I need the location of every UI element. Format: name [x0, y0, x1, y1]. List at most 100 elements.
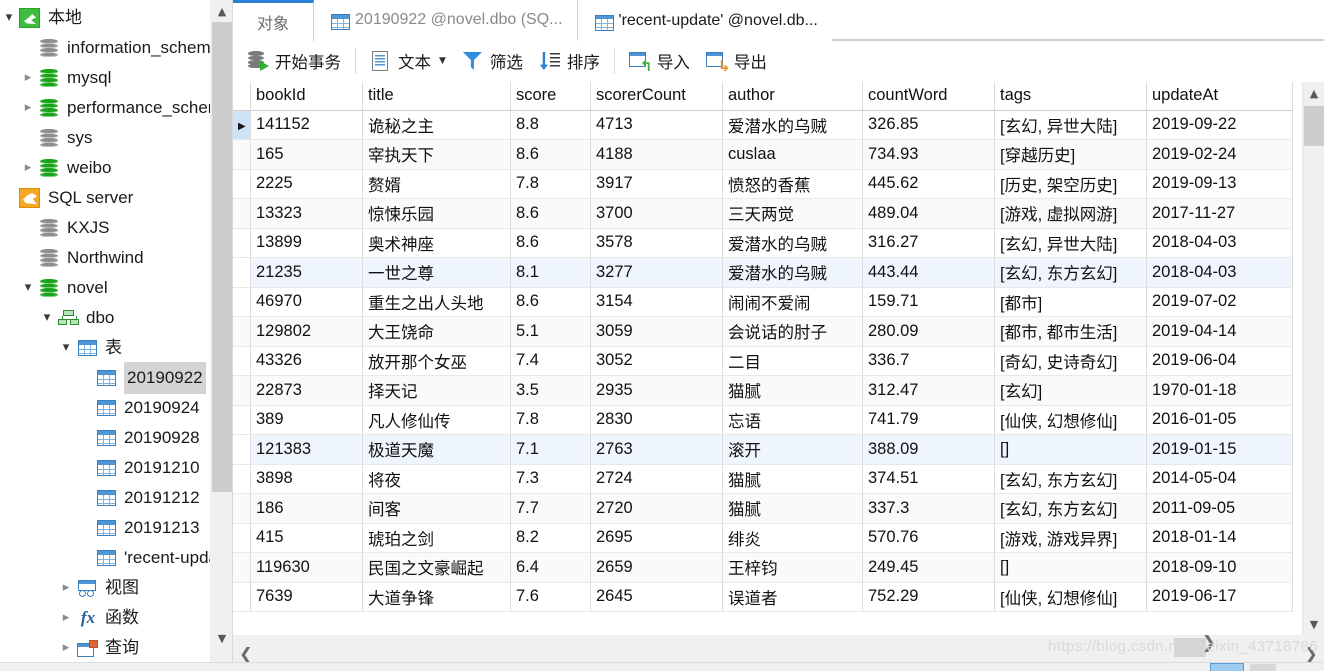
row-selector[interactable]: [233, 169, 251, 199]
cell-score[interactable]: 7.4: [510, 346, 591, 376]
table-row[interactable]: 121383 极道天魔 7.1 2763 滚开 388.09[] 2019-01-15: [233, 434, 1293, 465]
table-row[interactable]: 2225 赘婿 7.8 3917 愤怒的香蕉 445.62 [历史, 架空历史] 2019-0…: [233, 169, 1293, 199]
cell-scorerCount[interactable]: 3917: [590, 169, 723, 199]
status-view-toggle[interactable]: [1210, 663, 1244, 671]
table-row[interactable]: 13899 奥术神座 8.6 3578 爱潜水的乌贼 316.27 [玄幻, 异世大陆] 20…: [233, 228, 1293, 258]
table-row[interactable]: 21235 一世之尊 8.1 3277 爱潜水的乌贼 443.44 [玄幻, 东方玄幻] 20…: [233, 257, 1293, 288]
row-selector[interactable]: [233, 346, 251, 376]
export-button[interactable]: ↳ 导出: [698, 45, 775, 77]
cell-title[interactable]: 琥珀之剑: [362, 523, 511, 553]
tree-item-[interactable]: ▾ 表: [0, 333, 210, 363]
row-selector[interactable]: [233, 375, 251, 406]
chevron-right-icon[interactable]: ▸: [19, 93, 37, 123]
cell-title[interactable]: 赘婿: [362, 169, 511, 199]
cell-score[interactable]: 8.8: [510, 110, 591, 140]
cell-author[interactable]: 误道者: [722, 582, 863, 612]
cell-scorerCount[interactable]: 2763: [590, 434, 723, 465]
table-row[interactable]: 165 宰执天下 8.6 4188 cuslaa 734.93 [穿越历史] 2019-02-…: [233, 139, 1293, 170]
cell-author[interactable]: 愤怒的香蕉: [722, 169, 863, 199]
begin-transaction-button[interactable]: 开始事务: [239, 45, 349, 77]
cell-score[interactable]: 7.6: [510, 582, 591, 612]
cell-author[interactable]: 闹闹不爱闹: [722, 287, 863, 317]
row-selector[interactable]: [233, 552, 251, 583]
cell-tags[interactable]: [玄幻, 东方玄幻]: [994, 464, 1147, 494]
chevron-down-icon[interactable]: ▾: [57, 333, 75, 363]
cell-updateAt[interactable]: 2019-06-04: [1146, 346, 1293, 376]
column-header-score[interactable]: score: [510, 82, 591, 111]
cell-countWord[interactable]: 445.62: [862, 169, 995, 199]
cell-countWord[interactable]: 159.71: [862, 287, 995, 317]
cell-scorerCount[interactable]: 2935: [590, 375, 723, 406]
table-row[interactable]: 3898 将夜 7.3 2724 猫腻 374.51 [玄幻, 东方玄幻] 2014-05-0…: [233, 464, 1293, 494]
cell-bookId[interactable]: 186: [250, 493, 363, 524]
cell-countWord[interactable]: 752.29: [862, 582, 995, 612]
cell-title[interactable]: 大王饶命: [362, 316, 511, 347]
cell-tags[interactable]: [仙侠, 幻想修仙]: [994, 405, 1147, 435]
cell-updateAt[interactable]: 2014-05-04: [1146, 464, 1293, 494]
cell-updateAt[interactable]: 2011-09-05: [1146, 493, 1293, 524]
row-selector[interactable]: [233, 493, 251, 524]
cell-score[interactable]: 8.2: [510, 523, 591, 553]
tree-item-[interactable]: ▸ fx 函数: [0, 603, 210, 633]
tree-item-20190928[interactable]: 20190928: [0, 423, 210, 453]
table-row[interactable]: 22873 择天记 3.5 2935 猫腻 312.47 [玄幻] 1970-01-18: [233, 375, 1293, 406]
table-row[interactable]: 46970 重生之出人头地 8.6 3154 闹闹不爱闹 159.71 [都市] 2019-0…: [233, 287, 1293, 317]
tree-item-[interactable]: ▸ 视图: [0, 573, 210, 603]
cell-title[interactable]: 奥术神座: [362, 228, 511, 258]
filter-button[interactable]: 筛选: [454, 45, 531, 77]
cell-countWord[interactable]: 734.93: [862, 139, 995, 170]
grid-scroll-thumb[interactable]: [1304, 106, 1324, 146]
cell-updateAt[interactable]: 2016-01-05: [1146, 405, 1293, 435]
table-row[interactable]: 141152诡秘之主8.84713爱潜水的乌贼326.85[玄幻, 异世大陆]2…: [233, 110, 1293, 140]
row-selector[interactable]: [233, 198, 251, 229]
tree-item-novel[interactable]: ▾ novel: [0, 273, 210, 303]
column-header-scorerCount[interactable]: scorerCount: [590, 82, 723, 111]
cell-title[interactable]: 放开那个女巫: [362, 346, 511, 376]
cell-scorerCount[interactable]: 2659: [590, 552, 723, 583]
tree-item-Northwind[interactable]: Northwind: [0, 243, 210, 273]
cell-scorerCount[interactable]: 2645: [590, 582, 723, 612]
cell-updateAt[interactable]: 2019-06-17: [1146, 582, 1293, 612]
chevron-right-icon[interactable]: ▸: [19, 153, 37, 183]
cell-author[interactable]: 绯炎: [722, 523, 863, 553]
cell-tags[interactable]: [都市]: [994, 287, 1147, 317]
row-selector[interactable]: [233, 405, 251, 435]
cell-tags[interactable]: [游戏, 游戏异界]: [994, 523, 1147, 553]
row-selector[interactable]: [233, 287, 251, 317]
sidebar-scroll-thumb[interactable]: [212, 22, 232, 492]
cell-tags[interactable]: [历史, 架空历史]: [994, 169, 1147, 199]
cell-tags[interactable]: [游戏, 虚拟网游]: [994, 198, 1147, 229]
grid-scroll-up-icon[interactable]: ▲: [1303, 82, 1324, 104]
cell-score[interactable]: 8.1: [510, 257, 591, 288]
cell-author[interactable]: 爱潜水的乌贼: [722, 257, 863, 288]
cell-countWord[interactable]: 374.51: [862, 464, 995, 494]
table-row[interactable]: 129802 大王饶命 5.1 3059 会说话的肘子 280.09 [都市, 都市生活] 2…: [233, 316, 1293, 347]
chevron-down-icon[interactable]: ▼: [439, 56, 446, 66]
cell-scorerCount[interactable]: 3700: [590, 198, 723, 229]
cell-scorerCount[interactable]: 3154: [590, 287, 723, 317]
cell-updateAt[interactable]: 2017-11-27: [1146, 198, 1293, 229]
cell-score[interactable]: 7.3: [510, 464, 591, 494]
row-selector[interactable]: [233, 523, 251, 553]
column-header-author[interactable]: author: [722, 82, 863, 111]
cell-score[interactable]: 5.1: [510, 316, 591, 347]
cell-author[interactable]: 二目: [722, 346, 863, 376]
cell-updateAt[interactable]: 2019-01-15: [1146, 434, 1293, 465]
column-header-title[interactable]: title: [362, 82, 511, 111]
cell-scorerCount[interactable]: 3052: [590, 346, 723, 376]
chevron-right-icon[interactable]: ▸: [57, 603, 75, 633]
cell-scorerCount[interactable]: 4713: [590, 110, 723, 140]
cell-author[interactable]: 滚开: [722, 434, 863, 465]
cell-score[interactable]: 8.6: [510, 198, 591, 229]
status-view-option[interactable]: [1250, 664, 1276, 671]
cell-updateAt[interactable]: 2018-01-14: [1146, 523, 1293, 553]
cell-bookId[interactable]: 129802: [250, 316, 363, 347]
cell-title[interactable]: 极道天魔: [362, 434, 511, 465]
cell-score[interactable]: 8.6: [510, 228, 591, 258]
grid-scroll-down-icon[interactable]: ▼: [1303, 613, 1324, 635]
grid-vertical-scrollbar[interactable]: ▲ ▼: [1302, 82, 1324, 635]
cell-author[interactable]: 王梓钧: [722, 552, 863, 583]
cell-countWord[interactable]: 741.79: [862, 405, 995, 435]
tree-item-20190924[interactable]: 20190924: [0, 393, 210, 423]
import-button[interactable]: ↰ 导入: [621, 45, 698, 77]
